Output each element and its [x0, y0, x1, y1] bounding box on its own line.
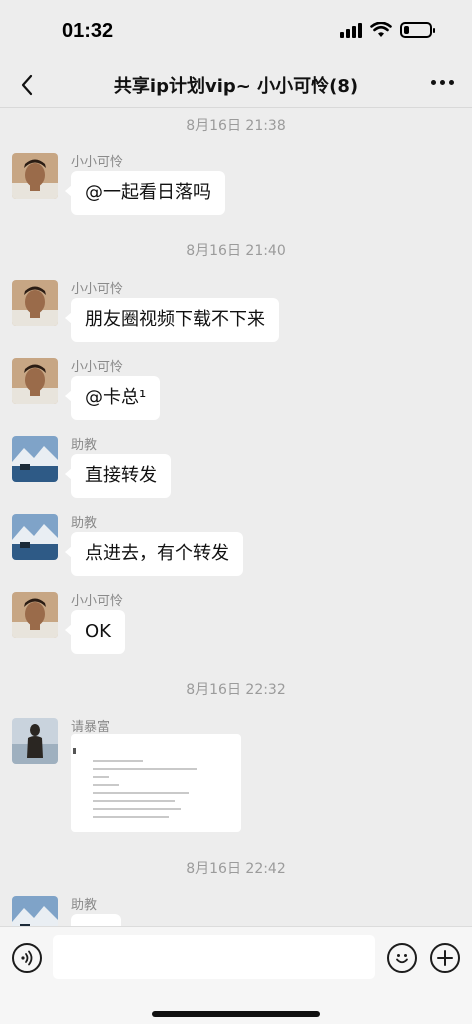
emoji-button[interactable]	[387, 943, 417, 973]
home-indicator	[152, 1011, 320, 1017]
sender-name: 助教	[71, 516, 98, 531]
message-bubble[interactable]: 朋友圈视频下载不下来	[65, 298, 279, 342]
timestamp: 8月16日 22:42	[186, 861, 286, 877]
chat-header: 共享ip计划vip~ 小小可怜(8)	[0, 62, 472, 108]
timestamp: 8月16日 22:32	[186, 682, 286, 698]
status-time: 01:32	[62, 20, 114, 42]
message-bubble[interactable]	[71, 914, 121, 926]
sender-name: 助教	[71, 438, 98, 453]
back-button[interactable]	[12, 70, 42, 100]
plus-circle-icon	[437, 950, 453, 966]
voice-icon	[21, 950, 33, 966]
sender-name: 小小可怜	[71, 594, 124, 609]
plus-button[interactable]	[430, 943, 460, 973]
battery-icon	[400, 22, 435, 38]
mountain-lake-avatar[interactable]	[12, 514, 58, 560]
message-bubble[interactable]: @一起看日落吗	[65, 171, 225, 215]
sender-name: 小小可怜	[71, 360, 124, 375]
message-bubble[interactable]: OK	[65, 610, 125, 654]
chevron-left-icon	[21, 74, 33, 96]
chat-title: 共享ip计划vip~ 小小可怜(8)	[113, 76, 359, 97]
wifi-icon	[370, 22, 392, 37]
woman-silhouette-avatar[interactable]	[12, 718, 58, 764]
message-bubble[interactable]: 直接转发	[65, 454, 171, 498]
mountain-lake-avatar[interactable]	[12, 896, 58, 926]
man-portrait-avatar[interactable]	[12, 153, 58, 199]
message-input[interactable]	[53, 935, 375, 979]
timestamp: 8月16日 21:38	[186, 118, 286, 134]
input-bar	[0, 926, 472, 1024]
sender-name: 小小可怜	[71, 282, 124, 297]
status-icons	[340, 22, 435, 38]
sender-name: 助教	[71, 898, 98, 913]
emoji-smile-icon	[396, 954, 408, 964]
man-portrait-avatar[interactable]	[12, 592, 58, 638]
man-portrait-avatar[interactable]	[12, 358, 58, 404]
voice-button[interactable]	[12, 943, 42, 973]
more-dots-icon	[431, 80, 436, 85]
cellular-signal-icon	[340, 22, 362, 38]
image-message[interactable]	[71, 734, 241, 832]
chat-area[interactable]: 8月16日 21:38 小小可怜 @一起看日落吗 8月16日 21:40 小小可…	[0, 108, 472, 926]
sender-name: 小小可怜	[71, 155, 124, 170]
sender-name: 请暴富	[71, 720, 111, 735]
more-options-button[interactable]	[431, 80, 454, 85]
status-bar: 01:32	[0, 0, 472, 62]
mountain-lake-avatar[interactable]	[12, 436, 58, 482]
message-bubble[interactable]: 点进去，有个转发	[65, 532, 243, 576]
message-bubble[interactable]: @卡总¹	[64, 376, 161, 420]
man-portrait-avatar[interactable]	[12, 280, 58, 326]
timestamp: 8月16日 21:40	[186, 243, 286, 259]
